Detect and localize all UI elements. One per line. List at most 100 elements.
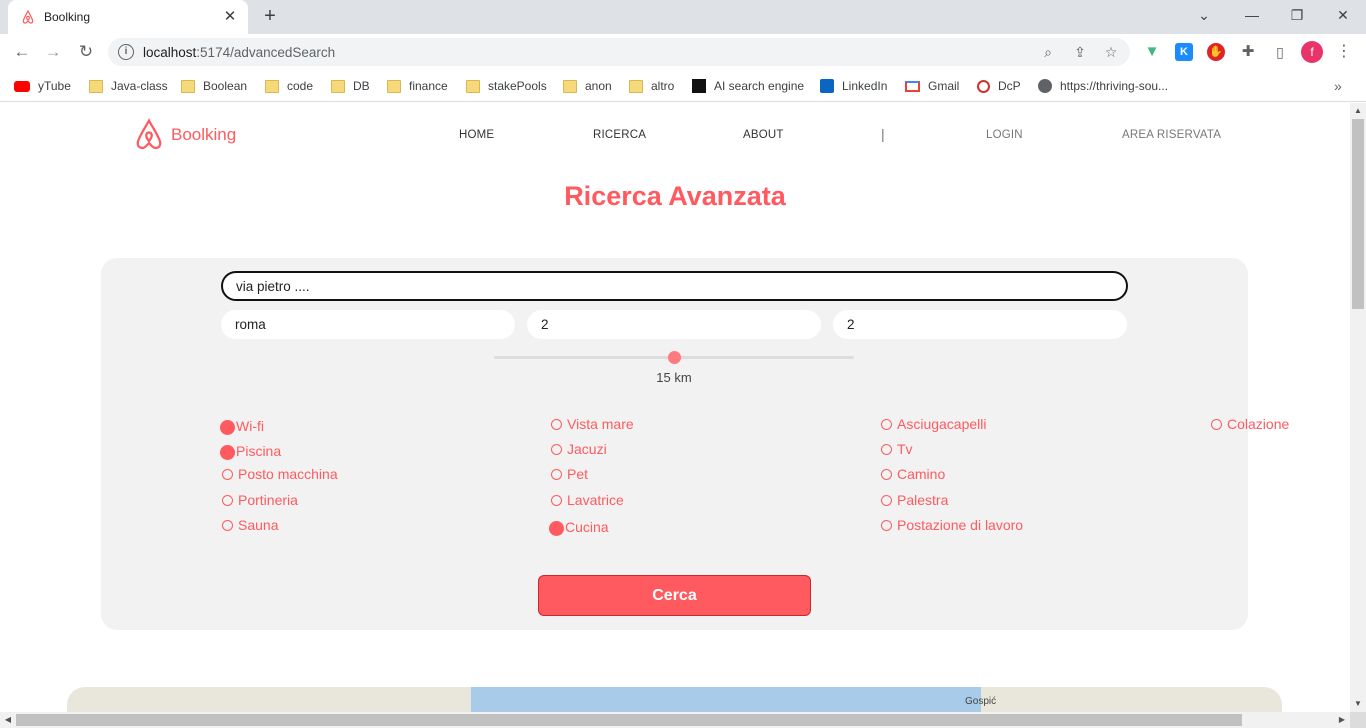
address-input[interactable] <box>221 271 1128 301</box>
amenity-lavatrice[interactable]: Lavatrice <box>551 492 624 508</box>
zoom-icon[interactable]: ⌕ <box>1038 42 1058 62</box>
horizontal-scrollbar[interactable]: ◀ ▶ <box>0 712 1350 728</box>
amenity-wifi[interactable]: Wi-fi <box>220 416 264 435</box>
profile-avatar[interactable]: f <box>1301 41 1323 63</box>
reload-icon[interactable]: ↻ <box>74 40 98 64</box>
rooms-input[interactable] <box>527 310 821 339</box>
amenity-postazione-lavoro[interactable]: Postazione di lavoro <box>881 517 1023 533</box>
bookmark-folder[interactable]: Boolean <box>181 77 247 95</box>
vue-devtools-icon[interactable]: ▼ <box>1143 43 1161 61</box>
amenity-posto-macchina[interactable]: Posto macchina <box>222 466 338 482</box>
beds-input[interactable] <box>833 310 1127 339</box>
back-icon[interactable]: ← <box>10 40 34 64</box>
folder-icon <box>265 79 279 93</box>
share-icon[interactable]: ⇪ <box>1070 42 1090 62</box>
amenity-checkbox[interactable] <box>881 443 892 455</box>
bookmark-item[interactable]: yTube <box>14 77 71 95</box>
amenity-label: Wi-fi <box>236 417 264 434</box>
side-panel-icon[interactable]: ▯ <box>1271 43 1289 61</box>
amenity-checkbox[interactable] <box>551 443 562 455</box>
bookmark-folder[interactable]: altro <box>629 77 674 95</box>
amenity-label: Portineria <box>238 492 298 508</box>
bookmark-label: DcP <box>998 79 1021 93</box>
linkedin-icon <box>820 79 834 93</box>
radius-label: 15 km <box>656 370 692 385</box>
bookmark-folder[interactable]: code <box>265 77 313 95</box>
site-info-icon[interactable]: i <box>118 44 134 60</box>
amenity-jacuzi[interactable]: Jacuzi <box>551 441 607 457</box>
bookmark-folder[interactable]: stakePools <box>466 77 547 95</box>
amenity-checkbox[interactable] <box>222 468 233 480</box>
amenity-checkbox[interactable] <box>220 445 235 460</box>
bookmark-star-icon[interactable]: ☆ <box>1101 42 1121 62</box>
scroll-left-icon[interactable]: ◀ <box>0 712 16 728</box>
close-window-icon[interactable]: ✕ <box>1329 3 1357 27</box>
bookmark-item[interactable]: DcP <box>977 77 1021 95</box>
nav-about-link[interactable]: ABOUT <box>743 129 784 141</box>
vertical-scrollbar[interactable]: ▲ ▼ <box>1350 103 1366 712</box>
bookmark-folder[interactable]: finance <box>387 77 448 95</box>
address-bar[interactable]: i localhost:5174/advancedSearch ⌕ ⇪ ☆ <box>108 38 1130 66</box>
extensions-puzzle-icon[interactable]: ✚ <box>1239 43 1257 61</box>
minimize-icon[interactable]: — <box>1238 3 1266 27</box>
nav-home-link[interactable]: HOME <box>459 129 494 141</box>
amenity-checkbox[interactable] <box>551 468 562 480</box>
amenity-checkbox[interactable] <box>220 420 235 435</box>
dcp-icon <box>977 79 990 93</box>
amenity-portineria[interactable]: Portineria <box>222 492 298 508</box>
amenity-checkbox[interactable] <box>881 519 892 531</box>
amenity-checkbox[interactable] <box>1211 418 1222 430</box>
nav-ricerca-link[interactable]: RICERCA <box>593 129 646 141</box>
scroll-up-icon[interactable]: ▲ <box>1350 103 1366 119</box>
close-tab-icon[interactable]: ✕ <box>220 7 240 27</box>
nav-area-riservata-link[interactable]: AREA RISERVATA <box>1122 129 1221 141</box>
forward-icon[interactable]: → <box>41 40 65 64</box>
amenity-cucina[interactable]: Cucina <box>549 517 609 536</box>
amenity-piscina[interactable]: Piscina <box>220 441 281 460</box>
bookmark-folder[interactable]: Java-class <box>89 77 168 95</box>
bookmark-item[interactable]: LinkedIn <box>820 77 887 95</box>
browser-menu-icon[interactable]: ⋮ <box>1334 41 1354 63</box>
results-map[interactable]: Gospić <box>67 687 1282 712</box>
amenity-colazione[interactable]: Colazione <box>1211 416 1289 432</box>
scroll-down-icon[interactable]: ▼ <box>1350 696 1366 712</box>
amenity-checkbox[interactable] <box>881 494 892 506</box>
amenity-checkbox[interactable] <box>222 494 233 506</box>
nav-login-link[interactable]: LOGIN <box>986 129 1023 141</box>
tab-search-icon[interactable]: ⌄ <box>1190 3 1218 27</box>
amenity-camino[interactable]: Camino <box>881 466 945 482</box>
bookmark-item[interactable]: Gmail <box>905 77 959 95</box>
new-tab-icon[interactable]: + <box>258 5 282 29</box>
amenity-checkbox[interactable] <box>881 418 892 430</box>
bookmark-folder[interactable]: anon <box>563 77 612 95</box>
vertical-scroll-thumb[interactable] <box>1352 119 1364 309</box>
amenity-sauna[interactable]: Sauna <box>222 517 278 533</box>
amenity-asciugacapelli[interactable]: Asciugacapelli <box>881 416 987 432</box>
amenity-checkbox[interactable] <box>551 418 562 430</box>
radius-slider[interactable] <box>494 351 854 364</box>
radius-slider-handle[interactable] <box>667 351 681 364</box>
horizontal-scroll-thumb[interactable] <box>16 714 1242 726</box>
browser-tab[interactable]: Boolking ✕ <box>8 0 248 34</box>
amenity-checkbox[interactable] <box>881 468 892 480</box>
scroll-right-icon[interactable]: ▶ <box>1334 712 1350 728</box>
city-input[interactable] <box>221 310 515 339</box>
brand-logo[interactable]: Boolking <box>134 118 236 152</box>
search-submit-button[interactable]: Cerca <box>538 575 811 616</box>
amenity-vista-mare[interactable]: Vista mare <box>551 416 634 432</box>
amenity-checkbox[interactable] <box>551 494 562 506</box>
bookmark-label: anon <box>585 79 612 93</box>
amenity-palestra[interactable]: Palestra <box>881 492 948 508</box>
bookmark-folder[interactable]: DB <box>331 77 370 95</box>
amenity-pet[interactable]: Pet <box>551 466 588 482</box>
folder-icon <box>331 79 345 93</box>
amenity-checkbox[interactable] <box>549 521 564 536</box>
bookmark-item[interactable]: https://thriving-sou... <box>1038 77 1168 95</box>
more-bookmarks-icon[interactable]: » <box>1334 78 1342 94</box>
adblock-icon[interactable]: ✋ <box>1207 43 1225 61</box>
amenity-checkbox[interactable] <box>222 519 233 531</box>
extension-k-icon[interactable]: K <box>1175 43 1193 61</box>
amenity-tv[interactable]: Tv <box>881 441 913 457</box>
bookmark-item[interactable]: AI search engine <box>692 77 804 95</box>
restore-icon[interactable]: ❐ <box>1283 3 1311 27</box>
